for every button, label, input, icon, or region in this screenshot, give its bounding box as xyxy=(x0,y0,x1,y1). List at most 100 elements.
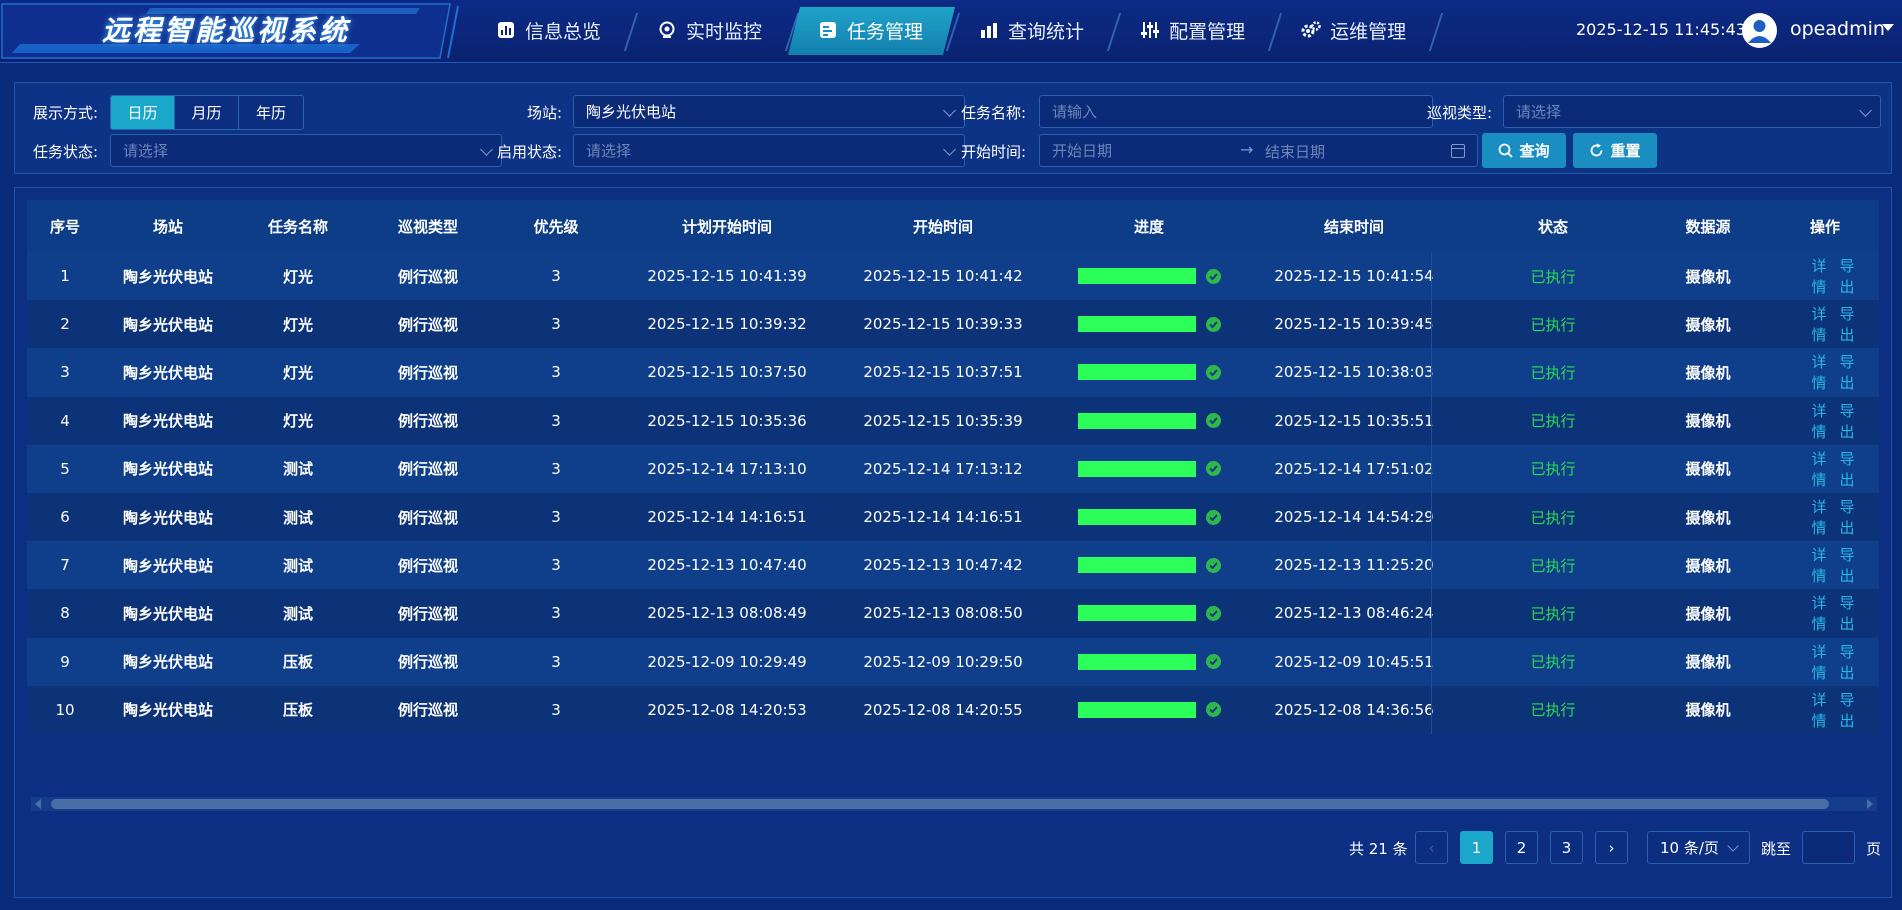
cell-ops: 详情 导出 xyxy=(1771,448,1879,490)
cell-priority: 3 xyxy=(551,604,561,623)
export-link[interactable]: 导出 xyxy=(1833,641,1861,683)
cell-seq: 9 xyxy=(60,652,70,671)
check-circle-icon xyxy=(1205,654,1221,670)
cell-task-name: 测试 xyxy=(282,556,313,575)
export-link[interactable]: 导出 xyxy=(1833,351,1861,393)
page-3-button[interactable]: 3 xyxy=(1550,831,1583,864)
cell-plan-start: 2025-12-13 08:08:49 xyxy=(647,604,807,623)
nav-item-monitor[interactable]: 实时监控 xyxy=(629,5,800,55)
detail-link[interactable]: 详情 xyxy=(1805,496,1833,538)
main-nav: 信息总览 实时监控 任务管理 查询统计 配置管理 运维管理 xyxy=(468,5,1444,55)
date-range-picker[interactable]: 开始日期 → 结束日期 xyxy=(1039,134,1478,167)
col-header-priority: 优先级 xyxy=(533,217,579,236)
scroll-left-icon[interactable] xyxy=(35,799,41,809)
check-circle-icon xyxy=(1205,509,1221,525)
detail-link[interactable]: 详情 xyxy=(1805,641,1833,683)
prev-page-button[interactable]: ‹ xyxy=(1415,831,1448,864)
progress-bar xyxy=(1077,460,1196,477)
cell-type: 例行巡视 xyxy=(397,701,458,720)
cell-progress xyxy=(1051,509,1247,526)
next-page-button[interactable]: › xyxy=(1595,831,1628,864)
cell-source: 摄像机 xyxy=(1685,460,1731,479)
export-link[interactable]: 导出 xyxy=(1833,255,1861,297)
cell-priority: 3 xyxy=(551,459,561,478)
cell-start: 2025-12-09 10:29:50 xyxy=(863,652,1023,671)
detail-link[interactable]: 详情 xyxy=(1805,400,1833,442)
cell-station: 陶乡光伏电站 xyxy=(122,556,213,575)
user-avatar-icon[interactable] xyxy=(1742,13,1777,48)
export-link[interactable]: 导出 xyxy=(1833,400,1861,442)
display-mode-toggle: 日历 月历 年历 xyxy=(110,95,304,130)
task-name-input[interactable]: 请输入 xyxy=(1039,95,1433,128)
progress-bar xyxy=(1077,653,1196,670)
detail-link[interactable]: 详情 xyxy=(1805,544,1833,586)
cell-task-name: 灯光 xyxy=(282,363,313,382)
task-status-select[interactable]: 请选择 xyxy=(110,134,502,167)
jump-page-input[interactable] xyxy=(1802,831,1855,864)
cell-station: 陶乡光伏电站 xyxy=(122,412,213,431)
reset-button[interactable]: 重置 xyxy=(1573,133,1657,168)
cell-ops: 详情 导出 xyxy=(1771,351,1879,393)
cell-progress xyxy=(1051,412,1247,429)
nav-item-overview[interactable]: 信息总览 xyxy=(468,5,639,55)
display-mode-month[interactable]: 月历 xyxy=(175,96,239,129)
chevron-down-icon[interactable] xyxy=(1882,24,1894,31)
export-link[interactable]: 导出 xyxy=(1833,303,1861,345)
cell-station: 陶乡光伏电站 xyxy=(122,701,213,720)
display-mode-year[interactable]: 年历 xyxy=(239,96,303,129)
gears-icon xyxy=(1301,20,1321,40)
export-link[interactable]: 导出 xyxy=(1833,448,1861,490)
start-date-placeholder: 开始日期 xyxy=(1052,142,1113,160)
col-header-seq: 序号 xyxy=(49,217,80,236)
page-1-button[interactable]: 1 xyxy=(1460,831,1493,864)
export-link[interactable]: 导出 xyxy=(1833,592,1861,634)
inspection-type-select[interactable]: 请选择 xyxy=(1503,95,1881,128)
cell-task-name: 测试 xyxy=(282,508,313,527)
table-row: 2 陶乡光伏电站 灯光 例行巡视 3 2025-12-15 10:39:32 2025-12… xyxy=(27,300,1879,349)
cell-priority: 3 xyxy=(551,652,561,671)
export-link[interactable]: 导出 xyxy=(1833,496,1861,538)
cell-seq: 1 xyxy=(60,267,70,286)
top-bar: 远程智能巡视系统 信息总览 实时监控 任务管理 查询统计 配置管理 运维管理 2… xyxy=(0,0,1902,63)
cell-end: 2025-12-15 10:39:45 xyxy=(1274,315,1434,334)
table-row: 3 陶乡光伏电站 灯光 例行巡视 3 2025-12-15 10:37:50 2025-12… xyxy=(27,348,1879,397)
display-mode-day[interactable]: 日历 xyxy=(111,96,175,129)
check-circle-icon xyxy=(1205,557,1221,573)
cell-progress xyxy=(1051,701,1247,718)
username[interactable]: opeadmin xyxy=(1790,18,1885,40)
cell-ops: 详情 导出 xyxy=(1771,592,1879,634)
cell-start: 2025-12-13 08:08:50 xyxy=(863,604,1023,623)
horizontal-scrollbar[interactable] xyxy=(31,797,1877,811)
cell-station: 陶乡光伏电站 xyxy=(122,460,213,479)
reset-button-label: 重置 xyxy=(1610,142,1641,160)
cell-type: 例行巡视 xyxy=(397,315,458,334)
detail-link[interactable]: 详情 xyxy=(1805,448,1833,490)
progress-bar xyxy=(1077,557,1196,574)
export-link[interactable]: 导出 xyxy=(1833,544,1861,586)
cell-priority: 3 xyxy=(551,363,561,382)
detail-link[interactable]: 详情 xyxy=(1805,303,1833,345)
end-date-placeholder: 结束日期 xyxy=(1265,143,1326,161)
query-button[interactable]: 查询 xyxy=(1482,133,1566,168)
scrollbar-thumb[interactable] xyxy=(51,799,1829,809)
scroll-right-icon[interactable] xyxy=(1867,799,1873,809)
page-size-select[interactable]: 10 条/页 xyxy=(1647,831,1750,864)
total-count: 共 21 条 xyxy=(1349,840,1408,858)
cell-start: 2025-12-15 10:35:39 xyxy=(863,411,1023,430)
nav-item-statistics[interactable]: 查询统计 xyxy=(951,5,1122,55)
page-2-button[interactable]: 2 xyxy=(1505,831,1538,864)
nav-item-ops[interactable]: 运维管理 xyxy=(1273,5,1444,55)
enable-status-select[interactable]: 请选择 xyxy=(573,134,965,167)
detail-link[interactable]: 详情 xyxy=(1805,255,1833,297)
jump-label: 跳至 xyxy=(1761,840,1792,858)
nav-item-config[interactable]: 配置管理 xyxy=(1112,5,1283,55)
col-header-end: 结束时间 xyxy=(1323,217,1384,236)
detail-link[interactable]: 详情 xyxy=(1805,689,1833,731)
detail-link[interactable]: 详情 xyxy=(1805,351,1833,393)
nav-item-tasks[interactable]: 任务管理 xyxy=(788,5,961,55)
station-select[interactable]: 陶乡光伏电站 xyxy=(573,95,965,128)
cell-end: 2025-12-13 08:46:24 xyxy=(1274,604,1434,623)
export-link[interactable]: 导出 xyxy=(1833,689,1861,731)
cell-station: 陶乡光伏电站 xyxy=(122,363,213,382)
detail-link[interactable]: 详情 xyxy=(1805,592,1833,634)
